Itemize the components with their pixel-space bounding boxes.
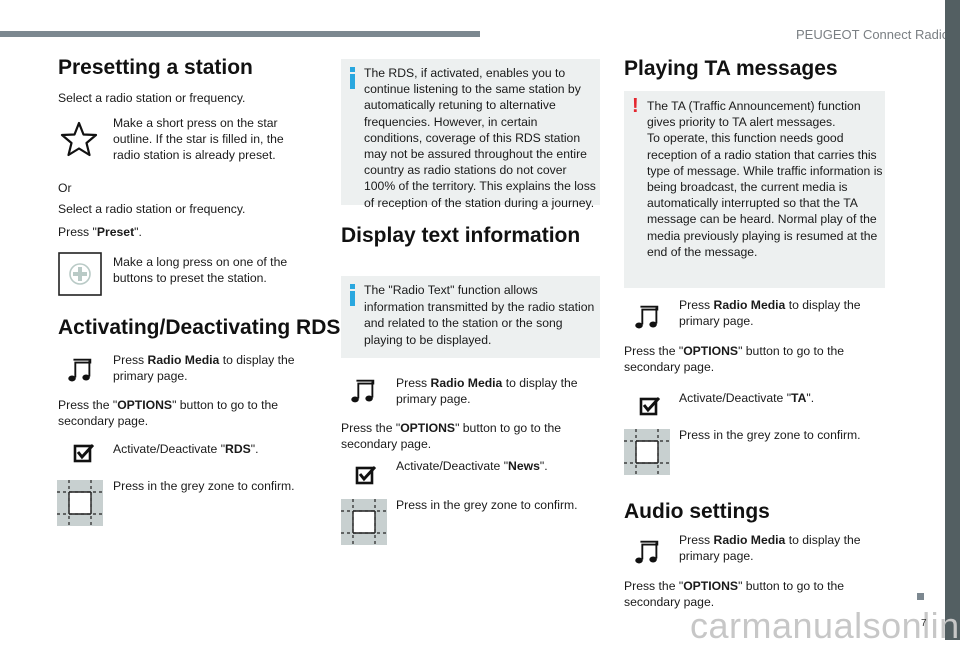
rds-confirm-text: Press in the grey zone to confirm.: [113, 479, 295, 493]
ta-options-text: Press the "OPTIONS" button to go to the …: [624, 344, 845, 374]
star-icon: [60, 121, 98, 157]
watermark: carmanualsonline.info: [690, 605, 960, 646]
long-press-instruction: Make a long press on one of the buttons …: [113, 255, 288, 285]
ta-activate-text: Activate/Deactivate "TA".: [679, 391, 815, 405]
ta-confirm-text: Press in the grey zone to confirm.: [679, 428, 861, 442]
rds-radio-media-text: Press Radio Media to display the primary…: [113, 353, 295, 383]
preset-plus-icon: [58, 252, 102, 296]
section-title-display-text: Display text information: [341, 224, 581, 247]
section-title-ta: Playing TA messages: [624, 57, 838, 80]
presetting-select-text-2: Select a radio station or frequency.: [58, 202, 246, 216]
grey-zone-icon: [57, 480, 103, 526]
rds-info-box: The RDS, if activated, enables you to co…: [341, 59, 600, 210]
star-instruction: Make a short press on the star outline. …: [113, 116, 284, 162]
radio-text-info-box: The "Radio Text" function allows informa…: [341, 276, 600, 358]
page-number: 7: [921, 618, 927, 629]
header-title: PEUGEOT Connect Radio: [796, 27, 949, 42]
presetting-select-text: Select a radio station or frequency.: [58, 91, 246, 105]
side-band: [945, 0, 960, 640]
grey-zone-icon: [624, 429, 670, 475]
checkbox-icon: [638, 393, 662, 417]
music-note-icon: [65, 355, 95, 385]
info-icon: [350, 74, 355, 89]
rds-info-text: The RDS, if activated, enables you to co…: [364, 66, 596, 210]
rds-options-text: Press the "OPTIONS" button to go to the …: [58, 398, 279, 428]
grey-zone-icon: [341, 499, 387, 545]
display-options-text: Press the "OPTIONS" button to go to the …: [341, 421, 562, 451]
rds-activate-text: Activate/Deactivate "RDS".: [113, 442, 259, 456]
ta-warning-box: ! The TA (Traffic Announcement) function…: [624, 91, 885, 288]
display-activate-text: Activate/Deactivate "News".: [396, 459, 548, 473]
header-rule: [0, 31, 480, 37]
audio-options-text: Press the "OPTIONS" button to go to the …: [624, 579, 845, 609]
display-radio-media-text: Press Radio Media to display the primary…: [396, 376, 578, 406]
ta-warning-text: The TA (Traffic Announcement) function g…: [647, 99, 883, 259]
info-icon-dot: [350, 284, 355, 289]
section-title-audio: Audio settings: [624, 500, 770, 523]
display-confirm-text: Press in the grey zone to confirm.: [396, 498, 578, 512]
info-icon-dot: [350, 67, 355, 72]
warning-icon: !: [632, 95, 639, 117]
checkbox-icon: [354, 462, 378, 486]
music-note-icon: [632, 302, 662, 332]
info-icon: [350, 291, 355, 306]
checkbox-icon: [72, 440, 96, 464]
section-title-rds: Activating/Deactivating RDS: [58, 316, 341, 339]
or-text: Or: [58, 181, 72, 195]
music-note-icon: [632, 537, 662, 567]
music-note-icon: [348, 376, 378, 406]
press-preset-text: Press "Preset".: [58, 225, 142, 239]
ta-radio-media-text: Press Radio Media to display the primary…: [679, 298, 861, 328]
section-title-presetting: Presetting a station: [58, 56, 253, 79]
audio-radio-media-text: Press Radio Media to display the primary…: [679, 533, 861, 563]
page-end-marker: [917, 593, 924, 600]
radio-text-info-text: The "Radio Text" function allows informa…: [364, 283, 595, 347]
